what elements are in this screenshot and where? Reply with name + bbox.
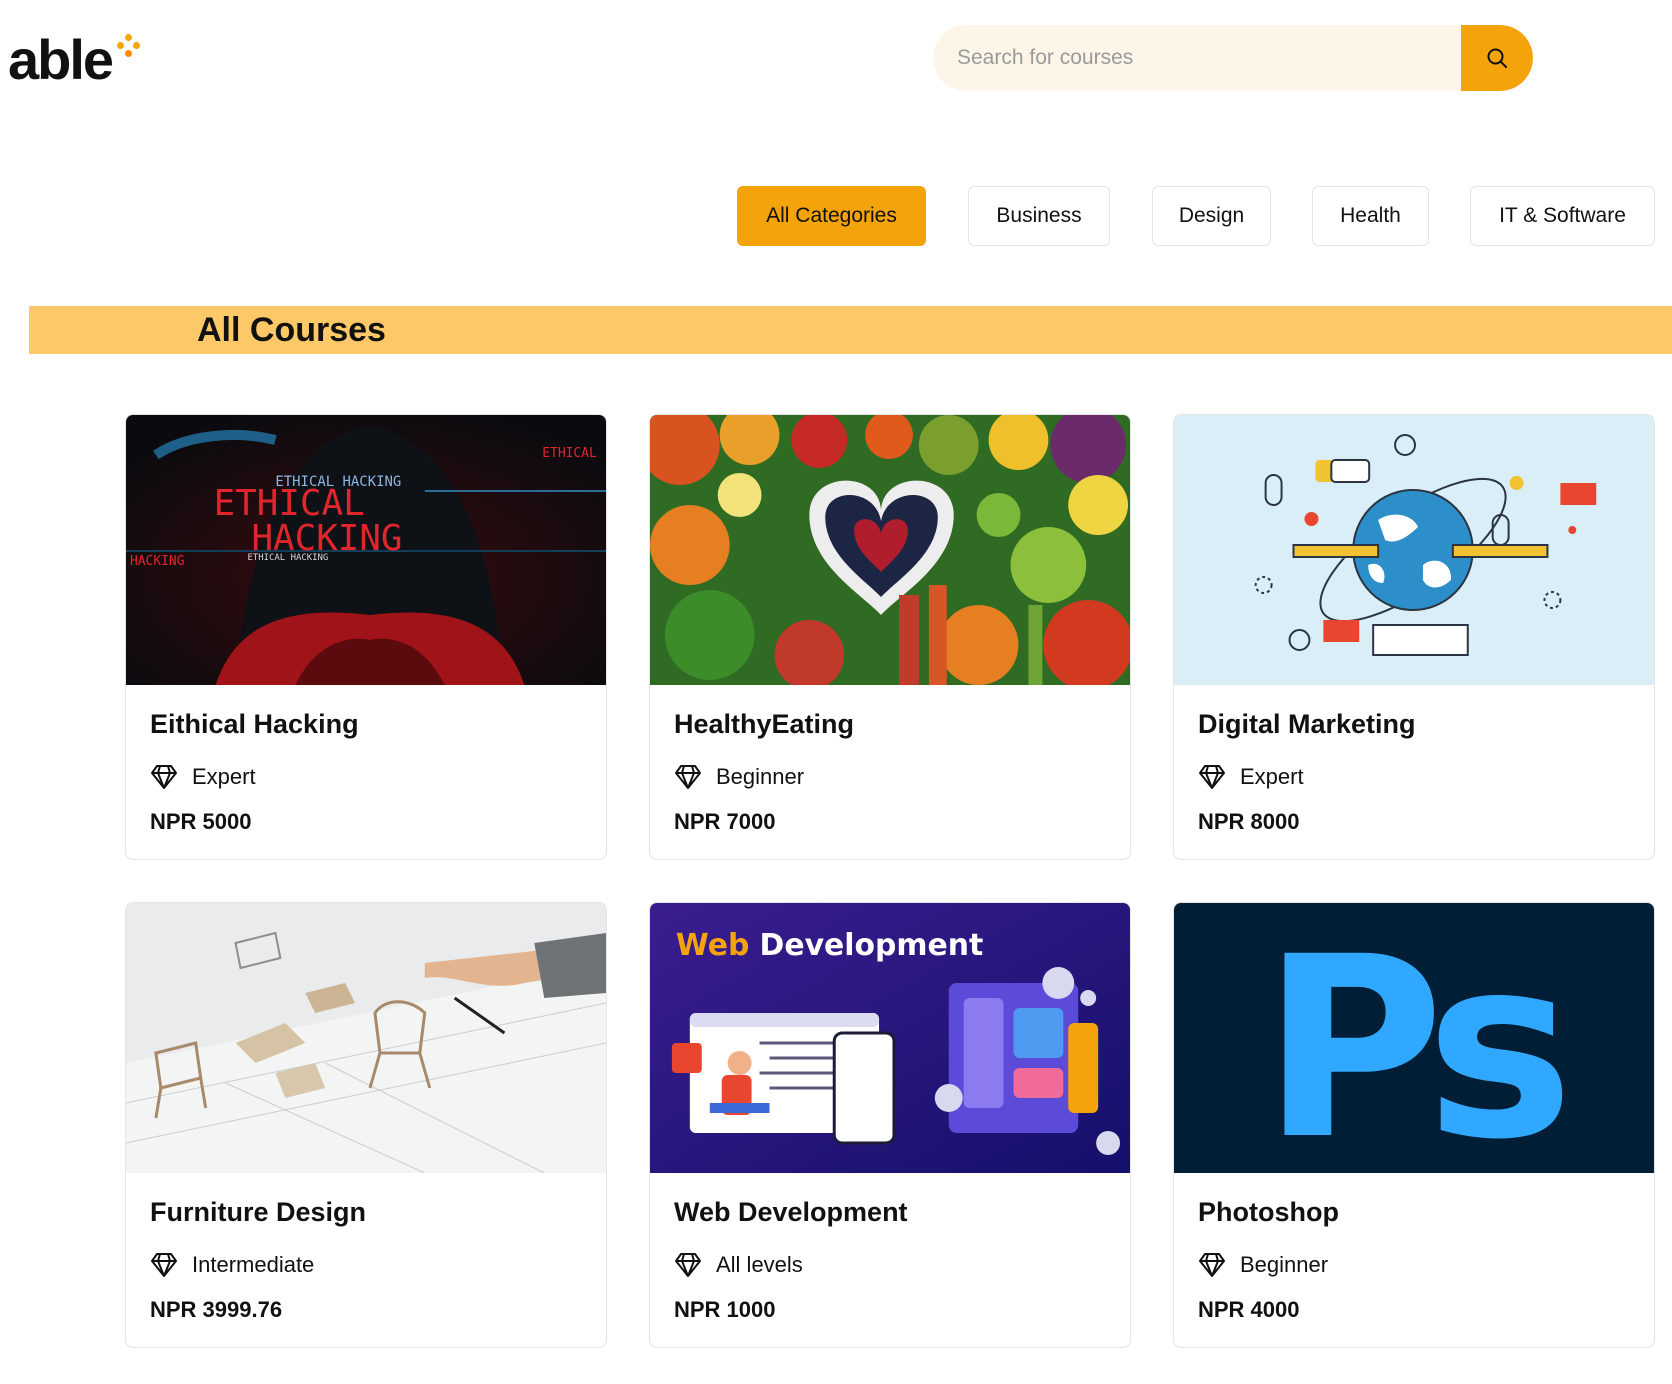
thumb-text: Web — [676, 928, 750, 963]
course-level: Beginner — [716, 764, 805, 789]
section-title: All Courses — [197, 311, 386, 349]
course-price: NPR 8000 — [1198, 809, 1300, 834]
course-card-digital-marketing[interactable]: Digital Marketing Expert NPR 8000 — [1173, 414, 1655, 860]
search-button[interactable] — [1461, 25, 1533, 91]
search-input[interactable] — [933, 25, 1461, 91]
course-level: Intermediate — [192, 1252, 315, 1277]
diamond-icon — [675, 1253, 701, 1277]
diamond-icon — [1199, 765, 1225, 789]
photoshop-logo: Ps — [1262, 903, 1563, 1173]
category-health[interactable]: Health — [1312, 186, 1429, 246]
course-price: NPR 5000 — [150, 809, 252, 834]
course-card-ethical-hacking[interactable]: ETHICAL HACKING ETHICAL HACKING ETHICAL … — [125, 414, 607, 860]
course-title[interactable]: Photoshop — [1198, 1195, 1630, 1229]
logo-dots-icon — [114, 32, 144, 62]
category-all[interactable]: All Categories — [737, 186, 926, 246]
diamond-icon — [675, 765, 701, 789]
course-card-photoshop[interactable]: Ps Photoshop Beginner NPR 4000 — [1173, 902, 1655, 1348]
course-level: Expert — [192, 764, 256, 789]
site-logo[interactable]: able — [8, 20, 258, 100]
course-title[interactable]: Eithical Hacking — [150, 707, 582, 741]
section-banner: All Courses — [29, 306, 1672, 354]
course-title[interactable]: HealthyEating — [674, 707, 1106, 741]
course-thumbnail: Ps — [1174, 903, 1654, 1173]
search-bar — [933, 25, 1533, 91]
course-thumbnail: ETHICAL HACKING ETHICAL HACKING ETHICAL … — [126, 415, 606, 685]
course-price: NPR 7000 — [674, 809, 776, 834]
course-card-web-development[interactable]: Web Development Web Development All leve… — [649, 902, 1131, 1348]
course-level: Expert — [1240, 764, 1304, 789]
course-price: NPR 3999.76 — [150, 1297, 283, 1322]
course-level: Beginner — [1240, 1252, 1329, 1277]
course-price: NPR 4000 — [1198, 1297, 1300, 1322]
course-thumbnail — [126, 903, 606, 1173]
diamond-icon — [151, 765, 177, 789]
course-thumbnail: Web Development — [650, 903, 1130, 1173]
thumb-text: Development — [760, 928, 984, 963]
course-card-healthy-eating[interactable]: HealthyEating Beginner NPR 7000 — [649, 414, 1131, 860]
course-title[interactable]: Web Development — [674, 1195, 1106, 1229]
logo-text: able — [8, 28, 114, 91]
search-icon — [1487, 48, 1507, 68]
diamond-icon — [151, 1253, 177, 1277]
course-level: All levels — [716, 1252, 803, 1277]
course-price: NPR 1000 — [674, 1297, 776, 1322]
course-thumbnail — [1174, 415, 1654, 685]
category-business[interactable]: Business — [968, 186, 1110, 246]
course-title[interactable]: Furniture Design — [150, 1195, 582, 1229]
category-it-software[interactable]: IT & Software — [1470, 186, 1655, 246]
diamond-icon — [1199, 1253, 1225, 1277]
category-design[interactable]: Design — [1152, 186, 1271, 246]
course-title[interactable]: Digital Marketing — [1198, 707, 1630, 741]
course-card-furniture-design[interactable]: Furniture Design Intermediate NPR 3999.7… — [125, 902, 607, 1348]
course-thumbnail — [650, 415, 1130, 685]
thumb-text: HACKING — [130, 554, 185, 569]
thumb-text: ETHICAL — [542, 446, 597, 461]
thumb-text: ETHICAL HACKING — [247, 553, 328, 563]
